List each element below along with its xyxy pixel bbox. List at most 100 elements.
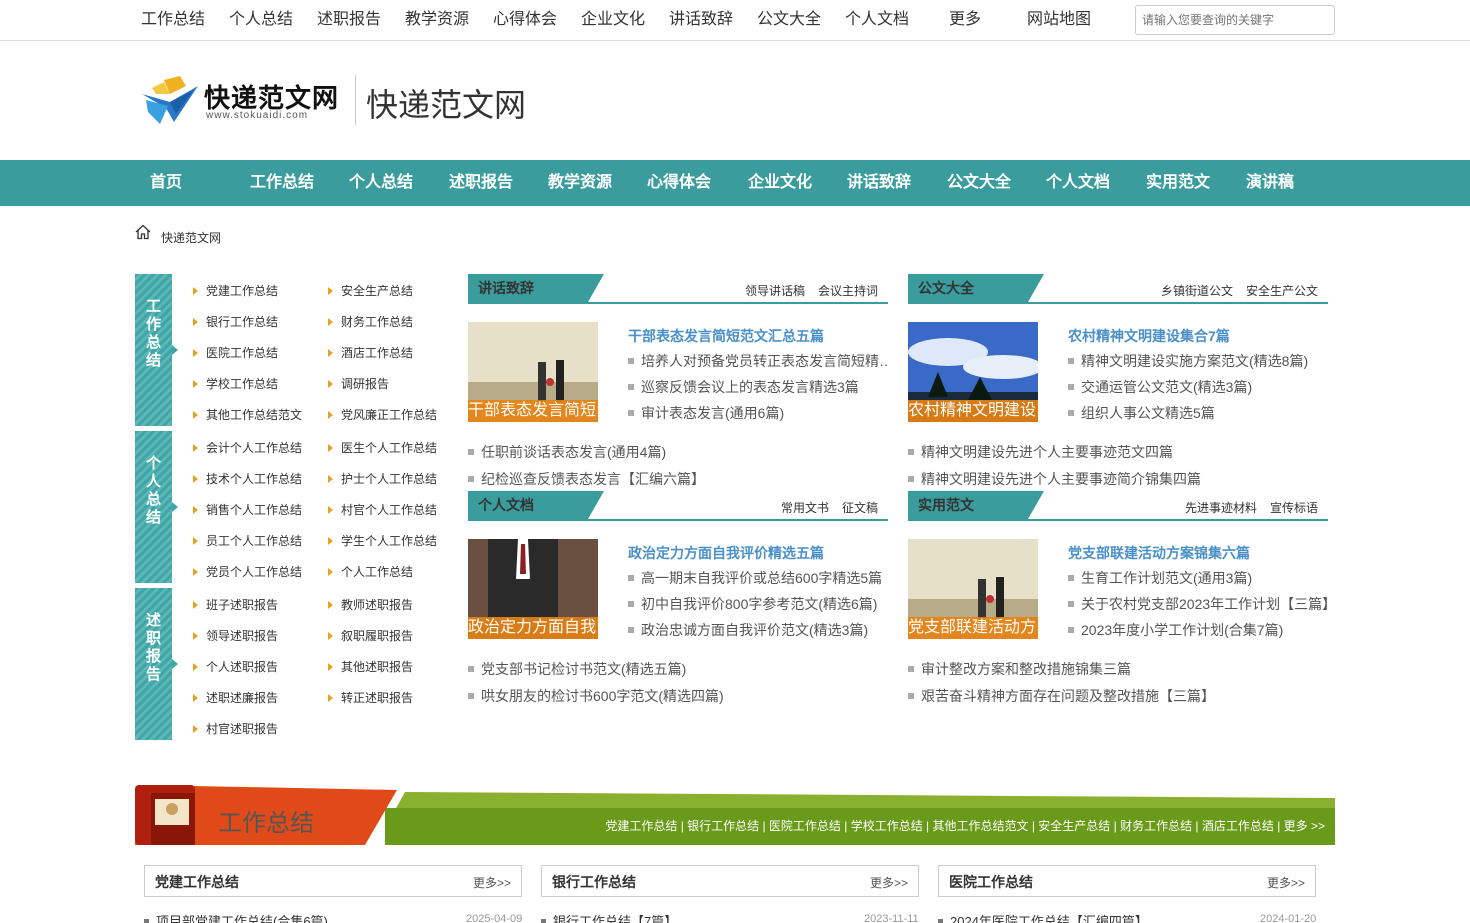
category-link[interactable]: 护士个人工作总结 xyxy=(328,470,437,487)
category-link[interactable]: 个人述职报告 xyxy=(193,658,278,675)
article-link[interactable]: 关于农村党支部2023年工作计划【三篇】 xyxy=(1068,594,1336,614)
section-title[interactable]: 实用范文 xyxy=(908,491,1028,519)
category-link[interactable]: 其他工作总结范文 xyxy=(193,406,302,423)
category-link[interactable]: 党风廉正工作总结 xyxy=(328,406,437,423)
topnav-item[interactable]: 心得体会 xyxy=(493,0,557,40)
category-link[interactable]: 述职述廉报告 xyxy=(193,689,278,706)
article-link[interactable]: 2023年度小学工作计划(合集7篇) xyxy=(1068,620,1283,640)
article-link[interactable]: 组织人事公文精选5篇 xyxy=(1068,403,1215,423)
category-link[interactable]: 叙职履职报告 xyxy=(328,627,413,644)
category-link[interactable]: 学生个人工作总结 xyxy=(328,532,437,549)
mainnav-item[interactable]: 心得体会 xyxy=(647,160,711,206)
site-logo[interactable]: 快递范文网 www.stokuaidi.com xyxy=(140,72,350,130)
topnav-more[interactable]: 更多 xyxy=(949,0,981,40)
topnav-item[interactable]: 述职报告 xyxy=(317,0,381,40)
article-link[interactable]: 哄女朋友的检讨书600字范文(精选四篇) xyxy=(468,686,724,706)
article-link[interactable]: 任职前谈话表态发言(通用4篇) xyxy=(468,442,666,462)
panel-more-link[interactable]: 更多>> xyxy=(1267,874,1305,891)
mainnav-item[interactable]: 实用范文 xyxy=(1146,160,1210,206)
category-link[interactable]: 医生个人工作总结 xyxy=(328,439,437,456)
section-thumbnail[interactable]: 政治定力方面自我 xyxy=(468,539,598,639)
category-link[interactable]: 班子述职报告 xyxy=(193,596,278,613)
mainnav-item[interactable]: 公文大全 xyxy=(947,160,1011,206)
breadcrumb-home-link[interactable]: 快递范文网 xyxy=(161,229,221,246)
category-link[interactable]: 党员个人工作总结 xyxy=(193,563,302,580)
article-link[interactable]: 精神文明建设先进个人主要事迹简介锦集四篇 xyxy=(908,469,1201,489)
article-link[interactable]: 艰苦奋斗精神方面存在问题及整改措施【三篇】 xyxy=(908,686,1215,706)
category-link[interactable]: 销售个人工作总结 xyxy=(193,501,302,518)
category-tab-report[interactable]: 述职报告 xyxy=(135,588,172,740)
home-icon[interactable] xyxy=(135,224,151,240)
panel-item-link[interactable]: 银行工作总结【7篇】 xyxy=(541,911,677,923)
mainnav-item[interactable]: 述职报告 xyxy=(449,160,513,206)
category-link[interactable]: 医院工作总结 xyxy=(193,344,278,361)
mainnav-item[interactable]: 个人文档 xyxy=(1046,160,1110,206)
mainnav-item[interactable]: 演讲稿 xyxy=(1246,160,1294,206)
section-title[interactable]: 讲话致辞 xyxy=(468,274,588,302)
section-thumbnail[interactable]: 干部表态发言简短 xyxy=(468,322,598,422)
mainnav-item[interactable]: 企业文化 xyxy=(748,160,812,206)
panel-title[interactable]: 党建工作总结 xyxy=(155,872,239,892)
mainnav-item[interactable]: 工作总结 xyxy=(250,160,314,206)
section-more-link[interactable]: 征文稿 xyxy=(842,499,878,516)
mainnav-item[interactable]: 首页 xyxy=(150,160,182,206)
topnav-item[interactable]: 个人总结 xyxy=(229,0,293,40)
panel-item-link[interactable]: 项目部党建工作总结(合集6篇) xyxy=(144,911,328,923)
article-link[interactable]: 党支部书记检讨书范文(精选五篇) xyxy=(468,659,686,679)
category-link[interactable]: 财务工作总结 xyxy=(328,313,413,330)
panel-more-link[interactable]: 更多>> xyxy=(870,874,908,891)
section-more-link[interactable]: 常用文书 xyxy=(781,499,829,516)
category-tab-work-summary[interactable]: 工作总结 xyxy=(135,274,172,426)
search-input[interactable] xyxy=(1136,6,1334,34)
article-link[interactable]: 精神文明建设先进个人主要事迹范文四篇 xyxy=(908,442,1173,462)
category-link[interactable]: 安全生产总结 xyxy=(328,282,413,299)
panel-title[interactable]: 医院工作总结 xyxy=(949,872,1033,892)
section-more-link[interactable]: 先进事迹材料 xyxy=(1185,499,1257,516)
category-link[interactable]: 技术个人工作总结 xyxy=(193,470,302,487)
article-link[interactable]: 高一期末自我评价或总结600字精选5篇 xyxy=(628,568,882,588)
article-link[interactable]: 生育工作计划范文(通用3篇) xyxy=(1068,568,1252,588)
topnav-item[interactable]: 个人文档 xyxy=(845,0,909,40)
featured-link[interactable]: 农村精神文明建设集合7篇 xyxy=(1068,326,1230,346)
article-link[interactable]: 巡察反馈会议上的表态发言精选3篇 xyxy=(628,377,859,397)
featured-link[interactable]: 干部表态发言简短范文汇总五篇 xyxy=(628,326,824,346)
panel-more-link[interactable]: 更多>> xyxy=(473,874,511,891)
section-more-link[interactable]: 会议主持词 xyxy=(818,282,878,299)
category-link[interactable]: 教师述职报告 xyxy=(328,596,413,613)
category-link[interactable]: 会计个人工作总结 xyxy=(193,439,302,456)
category-link[interactable]: 其他述职报告 xyxy=(328,658,413,675)
category-link[interactable]: 学校工作总结 xyxy=(193,375,278,392)
section-title[interactable]: 个人文档 xyxy=(468,491,588,519)
category-link[interactable]: 银行工作总结 xyxy=(193,313,278,330)
topnav-item[interactable]: 公文大全 xyxy=(757,0,821,40)
topnav-item[interactable]: 工作总结 xyxy=(141,0,205,40)
panel-item-link[interactable]: 2024年医院工作总结【汇编四篇】 xyxy=(938,911,1148,923)
banner-links[interactable]: 党建工作总结 | 银行工作总结 | 医院工作总结 | 学校工作总结 | 其他工作… xyxy=(605,817,1325,834)
featured-link[interactable]: 政治定力方面自我评价精选五篇 xyxy=(628,543,824,563)
article-link[interactable]: 精神文明建设实施方案范文(精选8篇) xyxy=(1068,351,1308,371)
featured-link[interactable]: 党支部联建活动方案锦集六篇 xyxy=(1068,543,1250,563)
section-more-link[interactable]: 领导讲话稿 xyxy=(745,282,805,299)
topnav-item[interactable]: 教学资源 xyxy=(405,0,469,40)
article-link[interactable]: 初中自我评价800字参考范文(精选6篇) xyxy=(628,594,877,614)
mainnav-item[interactable]: 讲话致辞 xyxy=(847,160,911,206)
article-link[interactable]: 纪检巡查反馈表态发言【汇编六篇】 xyxy=(468,469,705,489)
section-more-link[interactable]: 安全生产公文 xyxy=(1246,282,1318,299)
section-thumbnail[interactable]: 党支部联建活动方 xyxy=(908,539,1038,639)
category-link[interactable]: 村官述职报告 xyxy=(193,720,278,737)
article-link[interactable]: 审计整改方案和整改措施锦集三篇 xyxy=(908,659,1131,679)
category-link[interactable]: 转正述职报告 xyxy=(328,689,413,706)
panel-title[interactable]: 银行工作总结 xyxy=(552,872,636,892)
category-link[interactable]: 酒店工作总结 xyxy=(328,344,413,361)
category-link[interactable]: 员工个人工作总结 xyxy=(193,532,302,549)
category-link[interactable]: 领导述职报告 xyxy=(193,627,278,644)
topnav-item[interactable]: 企业文化 xyxy=(581,0,645,40)
mainnav-item[interactable]: 教学资源 xyxy=(548,160,612,206)
mainnav-item[interactable]: 个人总结 xyxy=(349,160,413,206)
article-link[interactable]: 交通运管公文范文(精选3篇) xyxy=(1068,377,1252,397)
category-link[interactable]: 村官个人工作总结 xyxy=(328,501,437,518)
category-tab-personal-summary[interactable]: 个人总结 xyxy=(135,431,172,583)
section-thumbnail[interactable]: 农村精神文明建设 xyxy=(908,322,1038,422)
category-link[interactable]: 党建工作总结 xyxy=(193,282,278,299)
topnav-sitemap[interactable]: 网站地图 xyxy=(1027,0,1091,40)
